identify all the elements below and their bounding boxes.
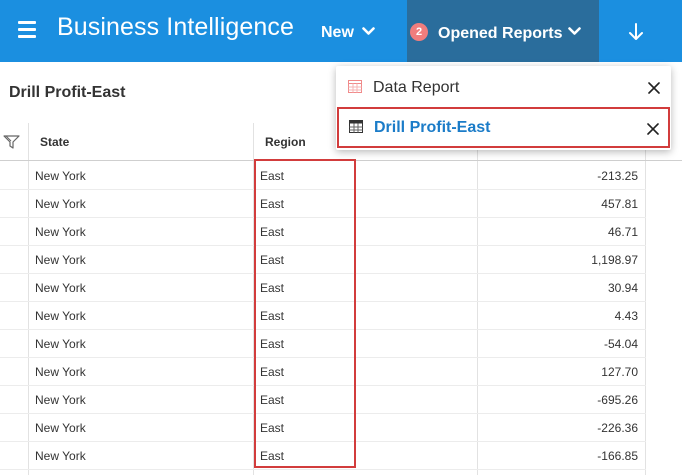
report-icon bbox=[348, 80, 362, 93]
table-row[interactable]: New York East 1,198.97 bbox=[0, 245, 646, 274]
cell-profit: 127.70 bbox=[601, 365, 638, 379]
new-menu-label: New bbox=[321, 24, 354, 41]
cell-profit: -226.36 bbox=[597, 421, 638, 435]
table-row[interactable]: New York East -166.85 bbox=[0, 441, 646, 470]
table-icon bbox=[349, 120, 363, 133]
cell-profit: 46.71 bbox=[607, 225, 638, 239]
chevron-down-icon bbox=[568, 27, 581, 35]
cell-state: New York bbox=[35, 449, 86, 463]
cell-region: East bbox=[260, 421, 285, 435]
close-icon[interactable] bbox=[647, 123, 659, 135]
table-row[interactable]: New York East -213.25 bbox=[0, 161, 646, 190]
cell-state: New York bbox=[35, 421, 86, 435]
cell-region: East bbox=[260, 197, 285, 211]
close-icon[interactable] bbox=[648, 82, 660, 94]
opened-reports-label: Opened Reports bbox=[438, 25, 563, 42]
cell-state: New York bbox=[35, 197, 86, 211]
new-menu-button[interactable]: New bbox=[321, 24, 375, 42]
opened-report-label: Drill Profit-East bbox=[374, 119, 491, 136]
cell-profit: -166.85 bbox=[597, 449, 638, 463]
table-row[interactable]: New York East 457.81 bbox=[0, 189, 646, 218]
app-title: Business Intelligence bbox=[57, 13, 294, 41]
cell-region: East bbox=[260, 225, 285, 239]
column-header-region[interactable]: Region bbox=[265, 135, 306, 149]
table-row[interactable]: New York East 46.71 bbox=[0, 217, 646, 246]
arrow-down-icon[interactable] bbox=[626, 22, 646, 42]
opened-report-label: Data Report bbox=[373, 79, 460, 96]
table-row[interactable]: New York East -695.26 bbox=[0, 385, 646, 414]
cell-state: New York bbox=[35, 225, 86, 239]
table-row[interactable]: New York East 30.94 bbox=[0, 273, 646, 302]
opened-reports-dropdown: Data Report Drill Profit-East bbox=[336, 66, 671, 150]
table-row[interactable]: New York East 4.43 bbox=[0, 301, 646, 330]
cell-region: East bbox=[260, 281, 285, 295]
cell-region: East bbox=[260, 393, 285, 407]
cell-profit: 1,198.97 bbox=[591, 253, 638, 267]
opened-report-item-drill-profit-east[interactable]: Drill Profit-East bbox=[337, 107, 670, 148]
opened-reports-count-badge: 2 bbox=[410, 23, 428, 41]
column-header-state[interactable]: State bbox=[40, 135, 69, 149]
cell-profit: -695.26 bbox=[597, 393, 638, 407]
top-app-bar: Business Intelligence New 2 Opened Repor… bbox=[0, 0, 682, 62]
table-row[interactable]: New York East -226.36 bbox=[0, 413, 646, 442]
cell-profit: 4.43 bbox=[614, 309, 638, 323]
cell-region: East bbox=[260, 365, 285, 379]
opened-reports-button[interactable]: 2 Opened Reports bbox=[407, 0, 599, 62]
cell-profit: 457.81 bbox=[601, 197, 638, 211]
table-row[interactable]: New York East 127.70 bbox=[0, 357, 646, 386]
hamburger-menu-icon[interactable] bbox=[18, 21, 38, 39]
cell-state: New York bbox=[35, 309, 86, 323]
opened-report-item-data-report[interactable]: Data Report bbox=[336, 67, 671, 108]
cell-state: New York bbox=[35, 253, 86, 267]
cell-region: East bbox=[260, 253, 285, 267]
cell-state: New York bbox=[35, 169, 86, 183]
chevron-down-icon bbox=[362, 26, 375, 35]
filter-icon[interactable] bbox=[3, 135, 20, 149]
cell-state: New York bbox=[35, 337, 86, 351]
cell-region: East bbox=[260, 337, 285, 351]
cell-state: New York bbox=[35, 393, 86, 407]
cell-region: East bbox=[260, 169, 285, 183]
cell-profit: 30.94 bbox=[607, 281, 638, 295]
table-row[interactable]: New York East -54.04 bbox=[0, 329, 646, 358]
data-grid: State Region New York East -213.25 New York… bbox=[0, 123, 682, 475]
cell-profit: -54.04 bbox=[603, 337, 638, 351]
cell-state: New York bbox=[35, 365, 86, 379]
cell-region: East bbox=[260, 449, 285, 463]
page-title: Drill Profit-East bbox=[9, 84, 126, 101]
cell-profit: -213.25 bbox=[597, 169, 638, 183]
cell-state: New York bbox=[35, 281, 86, 295]
cell-region: East bbox=[260, 309, 285, 323]
